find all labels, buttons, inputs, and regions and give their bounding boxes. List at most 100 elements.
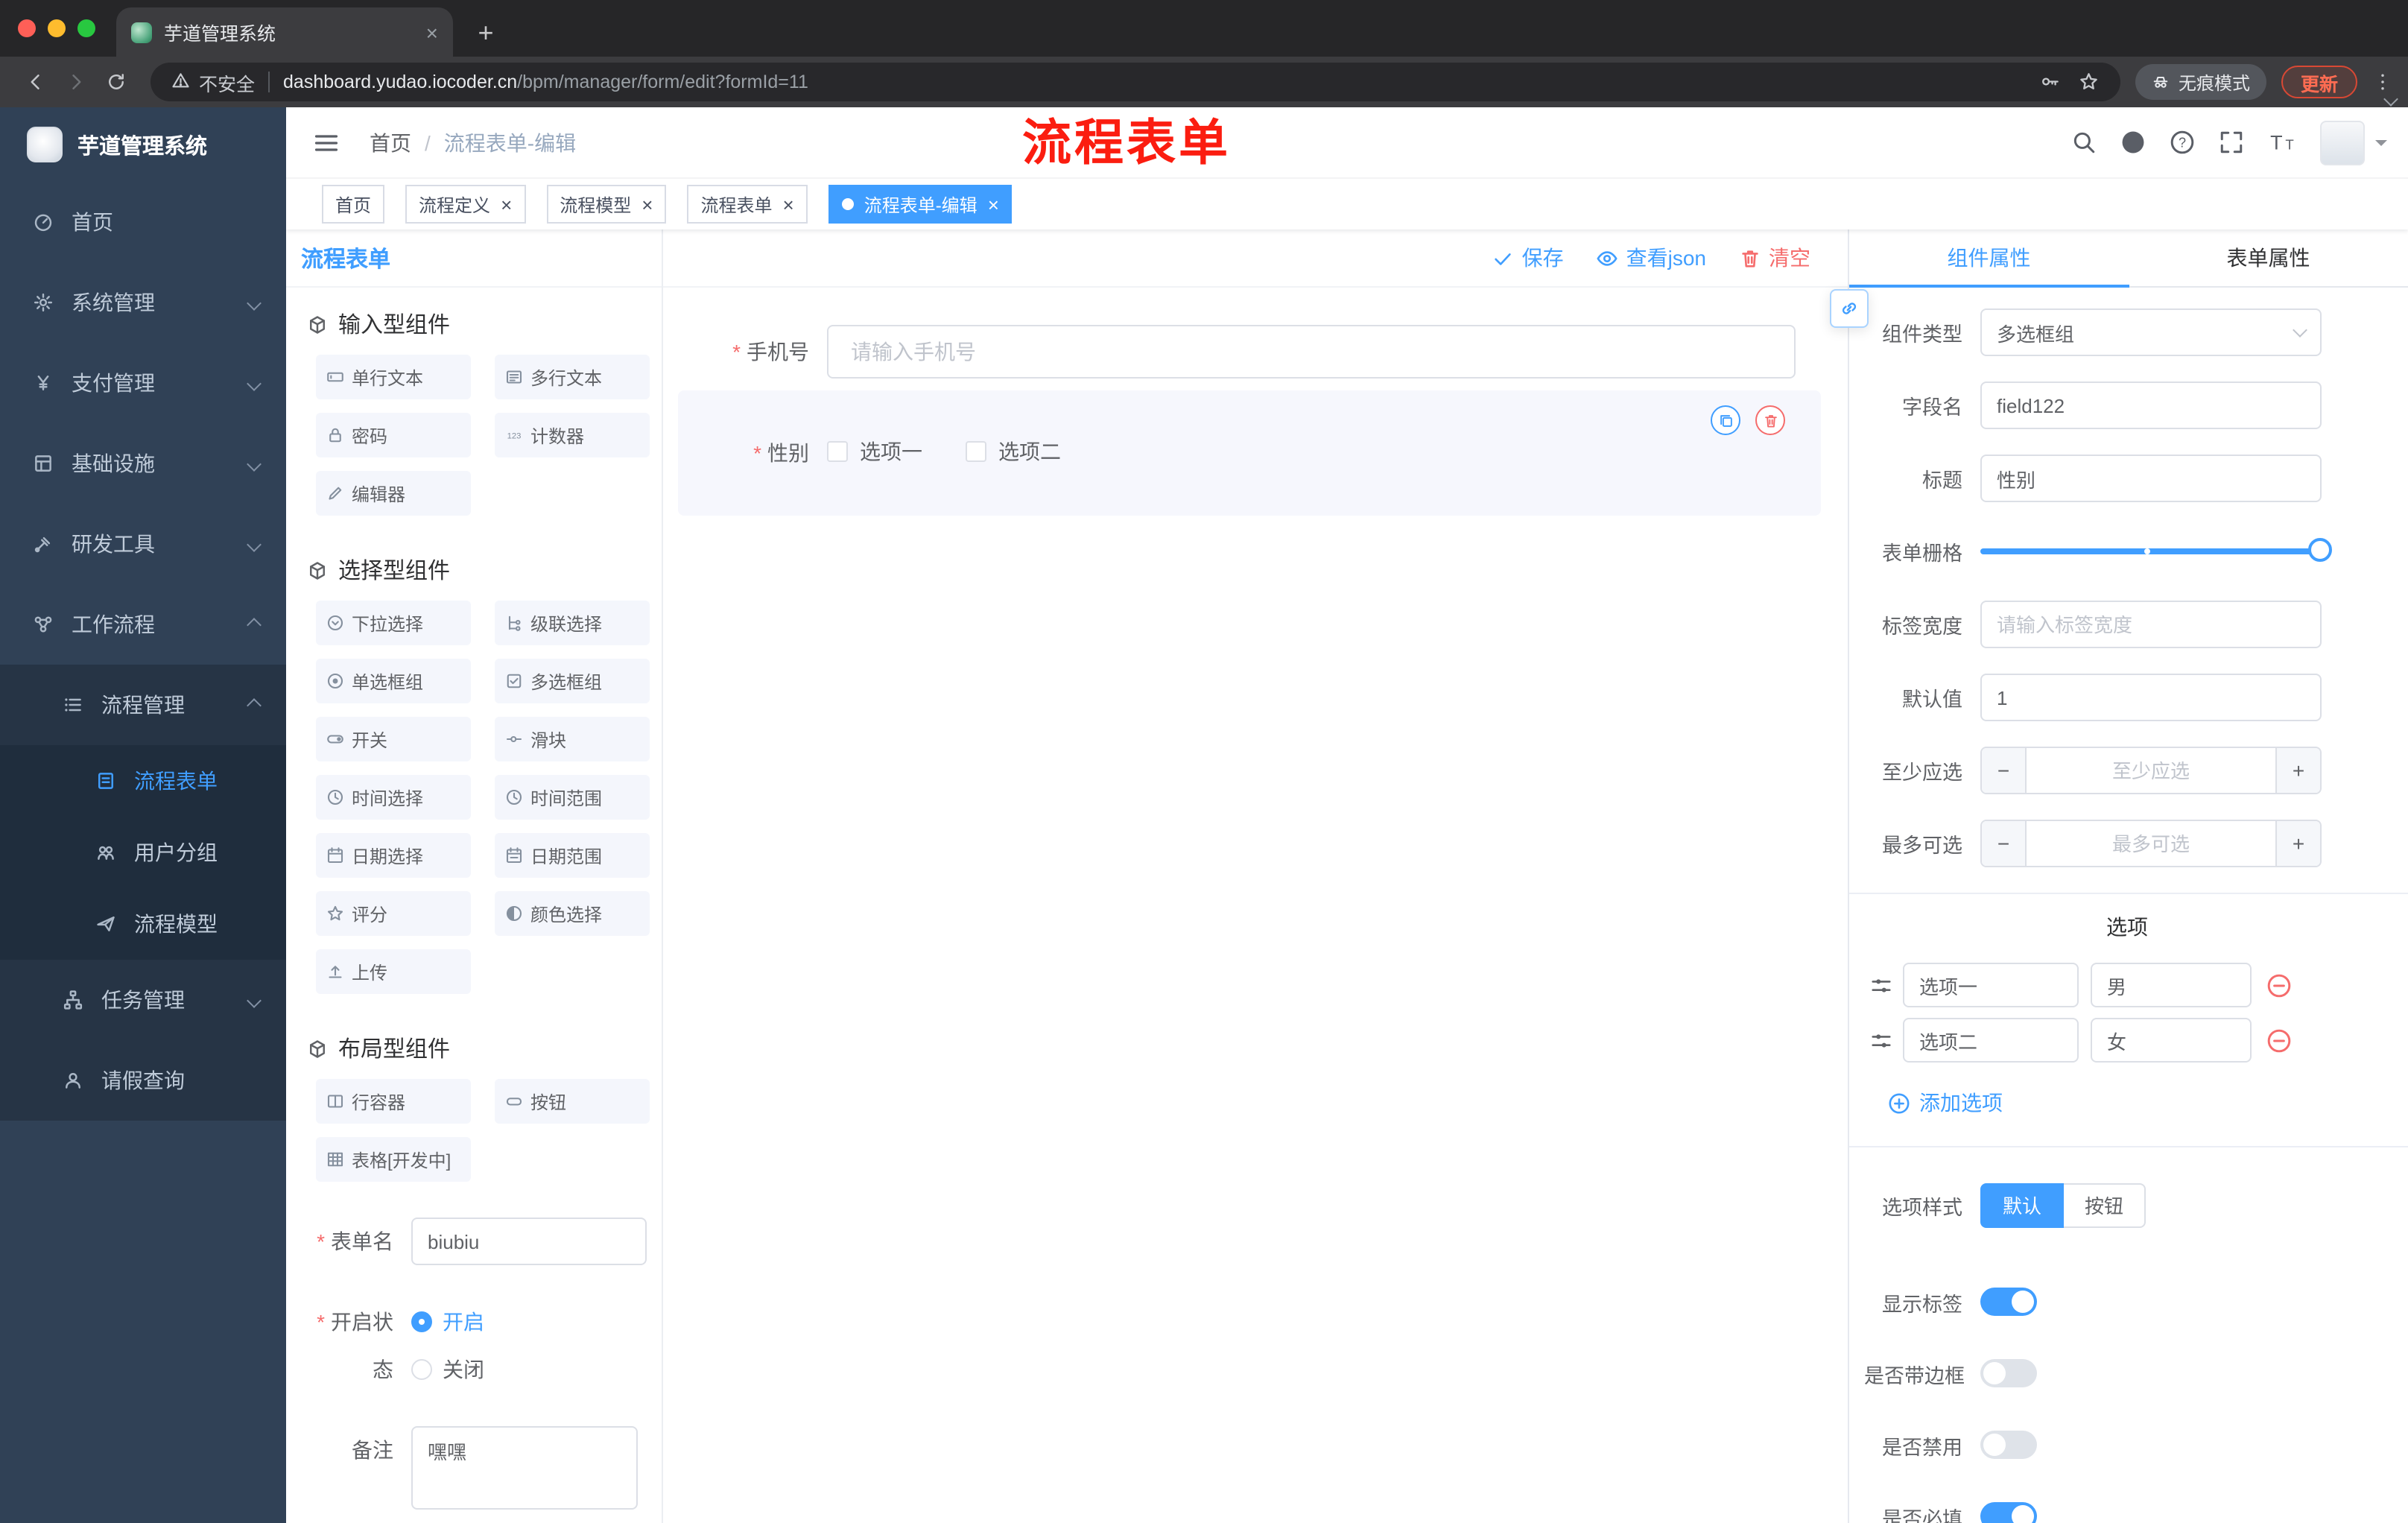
clear-button[interactable]: 清空	[1739, 243, 1810, 273]
palette-item[interactable]: 日期范围	[495, 833, 650, 878]
radio-checked[interactable]: 开启	[411, 1298, 484, 1346]
caret-down-icon[interactable]	[2375, 140, 2387, 152]
palette-item[interactable]: 时间选择	[316, 775, 471, 820]
drag-handle-icon[interactable]	[1870, 974, 1892, 996]
max-select-input[interactable]	[2027, 821, 2275, 866]
trash-icon[interactable]	[1755, 405, 1785, 435]
tab-component-props[interactable]: 组件属性	[1849, 229, 2129, 288]
search-icon[interactable]	[2072, 130, 2097, 155]
remove-circle-icon[interactable]	[2266, 972, 2292, 998]
sidebar-item[interactable]: 任务管理	[0, 960, 286, 1040]
increase-button[interactable]: +	[2275, 821, 2320, 866]
back-arrow-icon[interactable]	[15, 72, 55, 92]
sidebar-item[interactable]: 流程表单	[0, 745, 286, 817]
checkbox-option[interactable]: 选项一	[827, 437, 922, 466]
option-label-input[interactable]	[1903, 1018, 2079, 1063]
default-value-input[interactable]	[1980, 674, 2322, 721]
option-style-button[interactable]: 按钮	[2064, 1182, 2146, 1227]
title-input[interactable]	[1980, 455, 2322, 502]
sidebar-item[interactable]: 研发工具	[0, 504, 286, 584]
security-chip[interactable]: 不安全	[171, 68, 255, 96]
new-tab-button[interactable]: +	[465, 12, 507, 54]
phone-input[interactable]	[827, 325, 1796, 379]
fullscreen-icon[interactable]	[2220, 130, 2245, 155]
breadcrumb-home[interactable]: 首页	[370, 127, 411, 157]
close-icon[interactable]: ×	[988, 194, 999, 214]
palette-item[interactable]: 单选框组	[316, 659, 471, 703]
palette-item[interactable]: 多行文本	[495, 355, 650, 399]
tag-item[interactable]: 流程模型 ×	[546, 185, 667, 224]
form-field-phone[interactable]: 手机号	[678, 325, 1796, 379]
zoom-window-button[interactable]	[77, 19, 95, 37]
toggle-switch-on[interactable]	[1980, 1288, 2037, 1316]
update-button[interactable]: 更新	[2281, 66, 2357, 98]
palette-item[interactable]: 123 计数器	[495, 413, 650, 457]
close-window-button[interactable]	[18, 19, 36, 37]
tag-item[interactable]: 流程表单-编辑 ×	[828, 185, 1013, 224]
label-width-input[interactable]	[1980, 601, 2322, 648]
link-icon[interactable]	[1830, 289, 1869, 328]
toggle-switch-off[interactable]	[1980, 1359, 2037, 1387]
radio-unchecked[interactable]: 关闭	[411, 1346, 484, 1393]
github-icon[interactable]	[2121, 130, 2146, 155]
form-name-input[interactable]	[411, 1218, 647, 1265]
close-icon[interactable]: ×	[783, 194, 794, 214]
slider-handle[interactable]	[2308, 538, 2332, 562]
tag-item[interactable]: 流程定义 ×	[405, 185, 526, 224]
avatar[interactable]	[2320, 120, 2365, 165]
palette-item[interactable]: 上传	[316, 949, 471, 994]
checkbox-icon[interactable]	[827, 441, 848, 462]
close-icon[interactable]: ×	[426, 22, 438, 42]
help-icon[interactable]: ?	[2170, 130, 2196, 155]
forward-arrow-icon[interactable]	[55, 72, 95, 92]
copy-icon[interactable]	[1711, 405, 1740, 435]
hamburger-icon[interactable]	[286, 129, 364, 156]
grid-slider[interactable]	[1980, 528, 2332, 575]
sidebar-item[interactable]: 用户分组	[0, 817, 286, 888]
dots-vertical-icon[interactable]	[2372, 72, 2393, 92]
address-bar[interactable]: 不安全 dashboard.yudao.iocoder.cn /bpm/mana…	[150, 63, 2120, 101]
sidebar-item[interactable]: 流程管理	[0, 665, 286, 745]
drag-handle-icon[interactable]	[1870, 1029, 1892, 1051]
save-button[interactable]: 保存	[1492, 243, 1564, 273]
sidebar-item[interactable]: 系统管理	[0, 262, 286, 343]
minimize-window-button[interactable]	[48, 19, 66, 37]
palette-item[interactable]: 表格[开发中]	[316, 1137, 471, 1182]
palette-item[interactable]: 多选框组	[495, 659, 650, 703]
option-value-input[interactable]	[2091, 963, 2252, 1007]
increase-button[interactable]: +	[2275, 748, 2320, 793]
sidebar-item[interactable]: 请假查询	[0, 1040, 286, 1121]
selected-widget-gender[interactable]: 性别 选项一 选项二	[678, 390, 1821, 516]
palette-item[interactable]: 颜色选择	[495, 891, 650, 936]
app-logo-row[interactable]: 芋道管理系统	[0, 107, 286, 182]
toggle-switch-on[interactable]	[1980, 1502, 2037, 1523]
form-remark-textarea[interactable]: 嘿嘿	[411, 1426, 638, 1510]
palette-item[interactable]: 单行文本	[316, 355, 471, 399]
palette-item[interactable]: 滑块	[495, 717, 650, 762]
sidebar-item[interactable]: 流程模型	[0, 888, 286, 960]
palette-item[interactable]: 密码	[316, 413, 471, 457]
field-name-input[interactable]	[1980, 381, 2322, 429]
tab-form-props[interactable]: 表单属性	[2129, 229, 2408, 286]
sidebar-item[interactable]: 工作流程	[0, 584, 286, 665]
checkbox-icon[interactable]	[966, 441, 986, 462]
sidebar-item[interactable]: 支付管理	[0, 343, 286, 423]
palette-item[interactable]: 级联选择	[495, 601, 650, 645]
palette-item[interactable]: 行容器	[316, 1079, 471, 1124]
option-value-input[interactable]	[2091, 1018, 2252, 1063]
option-label-input[interactable]	[1903, 963, 2079, 1007]
canvas-body[interactable]: 手机号 性别 选项一 选项二	[663, 288, 1848, 1523]
star-icon[interactable]	[2079, 71, 2100, 93]
palette-item[interactable]: 评分	[316, 891, 471, 936]
tag-item[interactable]: 流程表单 ×	[687, 185, 808, 224]
sidebar-item[interactable]: 基础设施	[0, 423, 286, 504]
font-size-icon[interactable]: TT	[2269, 130, 2296, 155]
option-style-button[interactable]: 默认	[1980, 1182, 2065, 1227]
close-icon[interactable]: ×	[641, 194, 653, 214]
checkbox-option[interactable]: 选项二	[966, 437, 1061, 466]
palette-item[interactable]: 开关	[316, 717, 471, 762]
palette-item[interactable]: 按钮	[495, 1079, 650, 1124]
decrease-button[interactable]: −	[1982, 748, 2027, 793]
key-icon[interactable]	[2040, 71, 2060, 93]
decrease-button[interactable]: −	[1982, 821, 2027, 866]
